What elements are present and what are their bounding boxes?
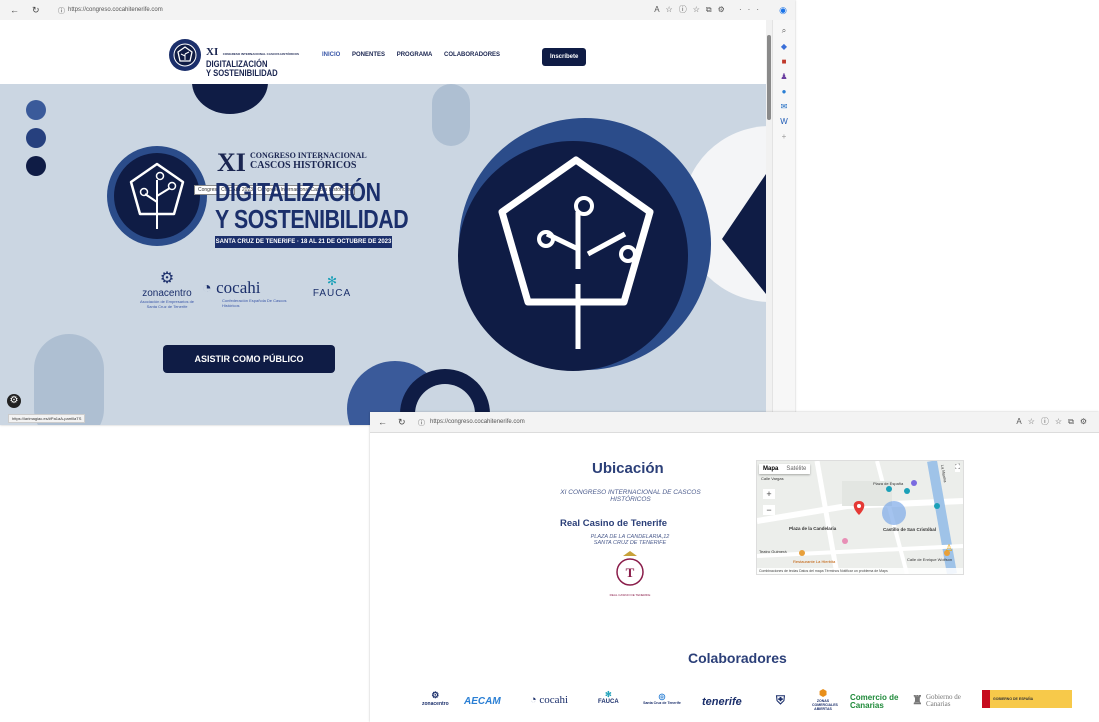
menu-item-programa[interactable]: PROGRAMA bbox=[397, 52, 433, 58]
address-bar[interactable]: https://congreso.cocahitenerife.com bbox=[68, 4, 163, 16]
settings-icon[interactable]: ⚙ bbox=[7, 394, 21, 408]
inscribete-button[interactable]: Inscríbete bbox=[542, 48, 587, 66]
cocahi-logo: ◔ cocahi Confederación Española De Casco… bbox=[202, 278, 287, 308]
status-bar-url: https://larimagiac.es/#Pa1aA-parrillaTS bbox=[8, 414, 86, 423]
hero-xi: XI bbox=[217, 148, 246, 177]
hero-title: DIGITALIZACIÓN Y SOSTENIBILIDAD bbox=[215, 177, 409, 234]
main-menu: INICIO PONENTES PROGRAMA COLABORADORES bbox=[322, 52, 510, 58]
back-icon[interactable]: ← bbox=[10, 5, 19, 15]
hero-decorative-shapes bbox=[26, 84, 766, 425]
casino-seal-text: REAL CASINO DE TENERIFE bbox=[609, 593, 651, 597]
browser-tool-icons[interactable]: A☆ⓘ☆⧉⚙ ··· bbox=[654, 4, 765, 15]
sponsor-gobierno-canarias[interactable]: Gobierno de Canarias bbox=[926, 694, 970, 708]
browser-window-main: ← ↻ ⓘ https://congreso.cocahitenerife.co… bbox=[0, 0, 795, 425]
fauca-logo: ✻ FAUCA bbox=[308, 274, 356, 299]
word-icon[interactable]: W bbox=[773, 117, 795, 126]
congreso-subtitle: XI CONGRESO INTERNACIONAL DE CASCOS HIST… bbox=[560, 489, 701, 503]
office-icon[interactable]: ● bbox=[773, 87, 795, 96]
search-icon[interactable]: ⌕ bbox=[773, 26, 795, 36]
browser-tool-icons[interactable]: A☆ⓘ☆⧉⚙ bbox=[1016, 416, 1093, 427]
tenerife-shield-icon: ⛨ bbox=[776, 693, 786, 707]
svg-text:T: T bbox=[626, 565, 635, 580]
cocahi-icon: ◔ bbox=[530, 694, 537, 706]
gobierno-canarias-shield-icon: ♜ bbox=[912, 693, 923, 707]
address-bar[interactable]: https://congreso.cocahitenerife.com bbox=[430, 416, 525, 428]
map-type-toggle: Mapa Satélite bbox=[759, 464, 811, 474]
sponsor-comercio-canarias[interactable]: Comercio de Canarias bbox=[850, 694, 910, 710]
browser-window-secondary: ← ↻ ⓘ https://congreso.cocahitenerife.co… bbox=[370, 412, 1099, 722]
sponsor-cocahi[interactable]: ◔ cocahi bbox=[530, 694, 568, 706]
santa-cruz-icon: ◎ bbox=[658, 692, 666, 701]
fullscreen-icon[interactable]: ⛶ bbox=[955, 464, 960, 472]
tag-icon[interactable]: ◆ bbox=[773, 42, 795, 51]
asistir-publico-button[interactable]: ASISTIR COMO PÚBLICO bbox=[163, 345, 335, 373]
outlook-icon[interactable]: ✉ bbox=[773, 102, 795, 111]
edge-copilot-icon[interactable]: ◉ bbox=[779, 5, 787, 16]
info-icon[interactable]: ⓘ bbox=[418, 418, 425, 428]
cocahi-icon: ◔ bbox=[202, 280, 212, 297]
info-icon[interactable]: ⓘ bbox=[58, 6, 65, 16]
site-logo-text: XI CONGRESO INTERNACIONAL CASCOS HISTÓRI… bbox=[206, 46, 299, 78]
map-footer: Combinaciones de teclas Datos del mapa T… bbox=[757, 568, 963, 574]
toolbox-icon[interactable]: ■ bbox=[773, 57, 795, 66]
section-title-ubicacion: Ubicación bbox=[592, 460, 664, 477]
hero-congreso: CONGRESO INTERNACIONAL CASCOS HISTÓRICOS bbox=[250, 151, 367, 171]
hero-banner: Congreso COCAHI 2023 - Congreso Internac… bbox=[0, 84, 766, 425]
zonacentro-logo: ⚙ zonacentro Asociación de Empresarios d… bbox=[136, 268, 198, 309]
street-view-icon[interactable]: ♙ bbox=[945, 543, 953, 554]
browser-toolbar-2: ← ↻ ⓘ https://congreso.cocahitenerife.co… bbox=[370, 412, 1099, 433]
fauca-icon: ✻ bbox=[326, 274, 338, 288]
back-icon[interactable]: ← bbox=[378, 417, 387, 427]
zonas-icon: ⬢ bbox=[819, 688, 827, 698]
venue-address: PLAZA DE LA CANDELARIA,12 SANTA CRUZ DE … bbox=[590, 534, 670, 546]
menu-item-ponentes[interactable]: PONENTES bbox=[352, 52, 385, 58]
refresh-icon[interactable]: ↻ bbox=[32, 5, 40, 16]
browser-toolbar: ← ↻ ⓘ https://congreso.cocahitenerife.co… bbox=[0, 0, 795, 21]
games-icon[interactable]: ♟ bbox=[773, 72, 795, 81]
zonacentro-icon: ⚙ bbox=[431, 690, 440, 700]
sponsor-gobierno-espana[interactable]: GOBIERNO DE ESPAÑA bbox=[982, 690, 1072, 708]
site-logo-icon[interactable] bbox=[168, 38, 202, 72]
refresh-icon[interactable]: ↻ bbox=[398, 417, 406, 428]
sponsor-zonas-comerciales[interactable]: ⬢ ZONAS COMERCIALES ABIERTAS bbox=[812, 688, 838, 711]
google-map[interactable]: Mapa Satélite + − ⛶ Plaza de España Plaza… bbox=[756, 460, 964, 575]
menu-item-inicio[interactable]: INICIO bbox=[322, 52, 340, 58]
scrollbar[interactable] bbox=[766, 20, 772, 425]
sponsor-zonacentro[interactable]: ⚙ zonacentro bbox=[422, 690, 449, 707]
hero-dates: SANTA CRUZ DE TENERIFE · 18 AL 21 DE OCT… bbox=[215, 236, 392, 248]
sponsor-tenerife[interactable]: tenerife bbox=[702, 696, 742, 708]
section-title-colaboradores: Colaboradores bbox=[688, 650, 787, 666]
zonacentro-icon: ⚙ bbox=[159, 270, 175, 287]
zoom-in-button[interactable]: + bbox=[763, 489, 775, 499]
sponsor-fauca[interactable]: ✻ FAUCA bbox=[598, 690, 619, 705]
venue-name: Real Casino de Tenerife bbox=[560, 518, 667, 529]
fauca-icon: ✻ bbox=[604, 690, 612, 699]
browser-sidebar: ⌕ ◆ ■ ♟ ● ✉ W + bbox=[772, 20, 795, 425]
menu-item-colaboradores[interactable]: COLABORADORES bbox=[444, 52, 500, 58]
zoom-out-button[interactable]: − bbox=[763, 505, 775, 515]
map-tab-satelite[interactable]: Satélite bbox=[782, 464, 810, 474]
add-icon[interactable]: + bbox=[773, 132, 795, 141]
sponsor-santa-cruz[interactable]: ◎ Santa Cruz de Tenerife bbox=[642, 692, 682, 705]
map-tab-mapa[interactable]: Mapa bbox=[759, 464, 782, 474]
page-content: Ubicación XI CONGRESO INTERNACIONAL DE C… bbox=[370, 432, 1099, 722]
site-header: XI CONGRESO INTERNACIONAL CASCOS HISTÓRI… bbox=[0, 20, 766, 84]
sponsor-aecam[interactable]: AECAM bbox=[464, 696, 501, 707]
